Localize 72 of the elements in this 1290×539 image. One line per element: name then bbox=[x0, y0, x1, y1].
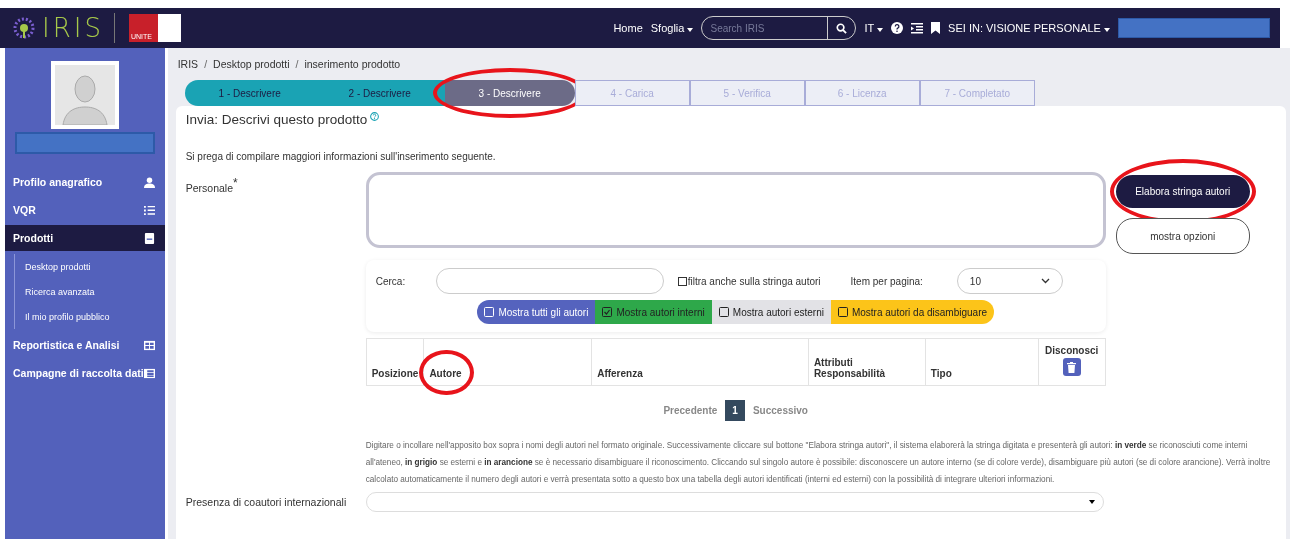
breadcrumb-link[interactable]: Desktop prodotti bbox=[213, 58, 290, 70]
caret-icon bbox=[687, 28, 694, 32]
user-icon bbox=[143, 176, 155, 188]
field-label: Personale bbox=[185, 181, 233, 194]
help-text: Digitare o incollare nell'apposito box sopra i nomi degli autori nel formato originale. Successivamente cliccare sul bottone "Elabora stringa autori", il sistema elaborerà la stringa digitata e presenterà gli autori: in verde se riconosciuti come interni all'ateneo, in grigio se esterni e in arancione se è necessario disambiguare il riconoscimento. Cliccando sul singolo autore è possibile: disconoscere un autore interno (se di colore verde), disambiguare più autori (se di colore arancione). Verrà inoltre calcolato automaticamente il numero degli autori e verrà presentata sotto a questo box una tabella degli autori identificati (interni ed esterni) con la possibilità di integrare ulteriori informazioni. bbox=[365, 440, 1272, 486]
caret-icon bbox=[1104, 28, 1110, 32]
grid-icon bbox=[143, 339, 155, 351]
search-icon bbox=[836, 22, 848, 34]
caret-icon bbox=[1088, 500, 1095, 504]
column-header: Tipo bbox=[930, 368, 952, 379]
search-field[interactable]: Search IRIS bbox=[702, 22, 828, 34]
filter-chip[interactable]: Mostra autori da disambiguare bbox=[830, 300, 995, 324]
list-icon bbox=[143, 204, 155, 216]
field-label: Cerca: bbox=[375, 275, 407, 287]
breadcrumb-separator: / bbox=[204, 58, 208, 70]
breadcrumb-link[interactable]: IRIS bbox=[177, 58, 199, 70]
bookmark-icon[interactable] bbox=[931, 22, 941, 34]
sidebar-subitem[interactable]: Ricerca avanzata bbox=[15, 279, 165, 304]
caret-icon bbox=[877, 28, 884, 32]
filter-chip[interactable]: Mostra tutti gli autori bbox=[477, 300, 596, 324]
column-header: Afferenza bbox=[597, 368, 643, 379]
sidebar-item-label: Profilo anagrafico bbox=[13, 176, 103, 188]
nav-link[interactable]: Sfoglia bbox=[650, 22, 694, 34]
pagination-link[interactable]: 1 bbox=[725, 400, 745, 421]
iris-logo: IRIS bbox=[12, 13, 115, 43]
sidebar-item[interactable]: VQR bbox=[5, 197, 165, 223]
book-icon bbox=[143, 232, 155, 244]
checkbox-icon bbox=[837, 307, 848, 317]
sidebar-subitem[interactable]: Desktop prodotti bbox=[15, 254, 165, 279]
breadcrumb-separator: / bbox=[295, 58, 299, 70]
filter-chip[interactable]: Mostra autori interni bbox=[595, 300, 712, 324]
process-button[interactable]: Elabora stringa autori bbox=[1115, 175, 1250, 208]
column-header: Posizione bbox=[371, 368, 419, 379]
nav-link[interactable]: Home bbox=[613, 22, 643, 34]
pagination-link[interactable]: Successivo bbox=[752, 405, 808, 416]
filter-checkbox[interactable]: filtra anche sulla stringa autori bbox=[677, 275, 821, 287]
avatar bbox=[50, 61, 119, 129]
sidebar-item-label: Campagne di raccolta dati bbox=[13, 367, 144, 379]
trash-icon[interactable] bbox=[1062, 358, 1081, 376]
language-menu[interactable]: IT bbox=[864, 22, 884, 34]
sidebar-item[interactable]: Profilo anagrafico bbox=[5, 169, 165, 195]
field-label: Presenza di coautori internazionali bbox=[185, 496, 348, 508]
sidebar-item[interactable]: Prodotti bbox=[5, 225, 165, 251]
sidebar-item-label: Prodotti bbox=[13, 232, 54, 244]
chevron-icon bbox=[1040, 278, 1050, 284]
sidebar-subitem[interactable]: Il mio profilo pubblico bbox=[15, 304, 165, 329]
sidebar-item[interactable]: Campagne di raccolta dati bbox=[5, 360, 165, 386]
list-icon[interactable] bbox=[911, 22, 924, 34]
required-mark: * bbox=[233, 176, 238, 190]
sidebar-item-label: VQR bbox=[13, 204, 36, 216]
search-field[interactable] bbox=[435, 268, 664, 294]
view-menu[interactable]: SEI IN: VISIONE PERSONALE bbox=[948, 22, 1110, 34]
checkbox-icon bbox=[718, 307, 729, 317]
help-icon[interactable] bbox=[891, 22, 904, 34]
column-header: Autore bbox=[429, 368, 462, 379]
column-header: Attributi Responsabilità bbox=[813, 357, 887, 379]
form-intro: Si prega di compilare maggiori informazioni sull'inserimento seguente. bbox=[185, 151, 497, 162]
options-button[interactable]: mostra opzioni bbox=[1115, 218, 1250, 254]
pagination-link[interactable]: Precedente bbox=[663, 405, 718, 416]
field-label: Item per pagina: bbox=[850, 275, 923, 287]
breadcrumb-link[interactable]: inserimento prodotto bbox=[304, 58, 401, 70]
checkbox-icon bbox=[484, 307, 495, 317]
step-tab[interactable]: 2 - Descrivere bbox=[314, 80, 445, 106]
sidebar-item-label: Reportistica e Analisi bbox=[13, 339, 120, 351]
form-title: Invia: Descrivi questo prodotto bbox=[185, 112, 368, 127]
checked-box-icon bbox=[602, 307, 613, 317]
step-tab[interactable]: 3 - Descrivere bbox=[444, 80, 575, 106]
filter-chip[interactable]: Mostra autori esterni bbox=[711, 300, 831, 324]
step-tab[interactable]: 1 - Descrivere bbox=[184, 80, 315, 106]
table-icon bbox=[143, 367, 155, 379]
column-header: Disconosci bbox=[1045, 345, 1099, 356]
sidebar-item[interactable]: Reportistica e Analisi bbox=[5, 332, 165, 358]
